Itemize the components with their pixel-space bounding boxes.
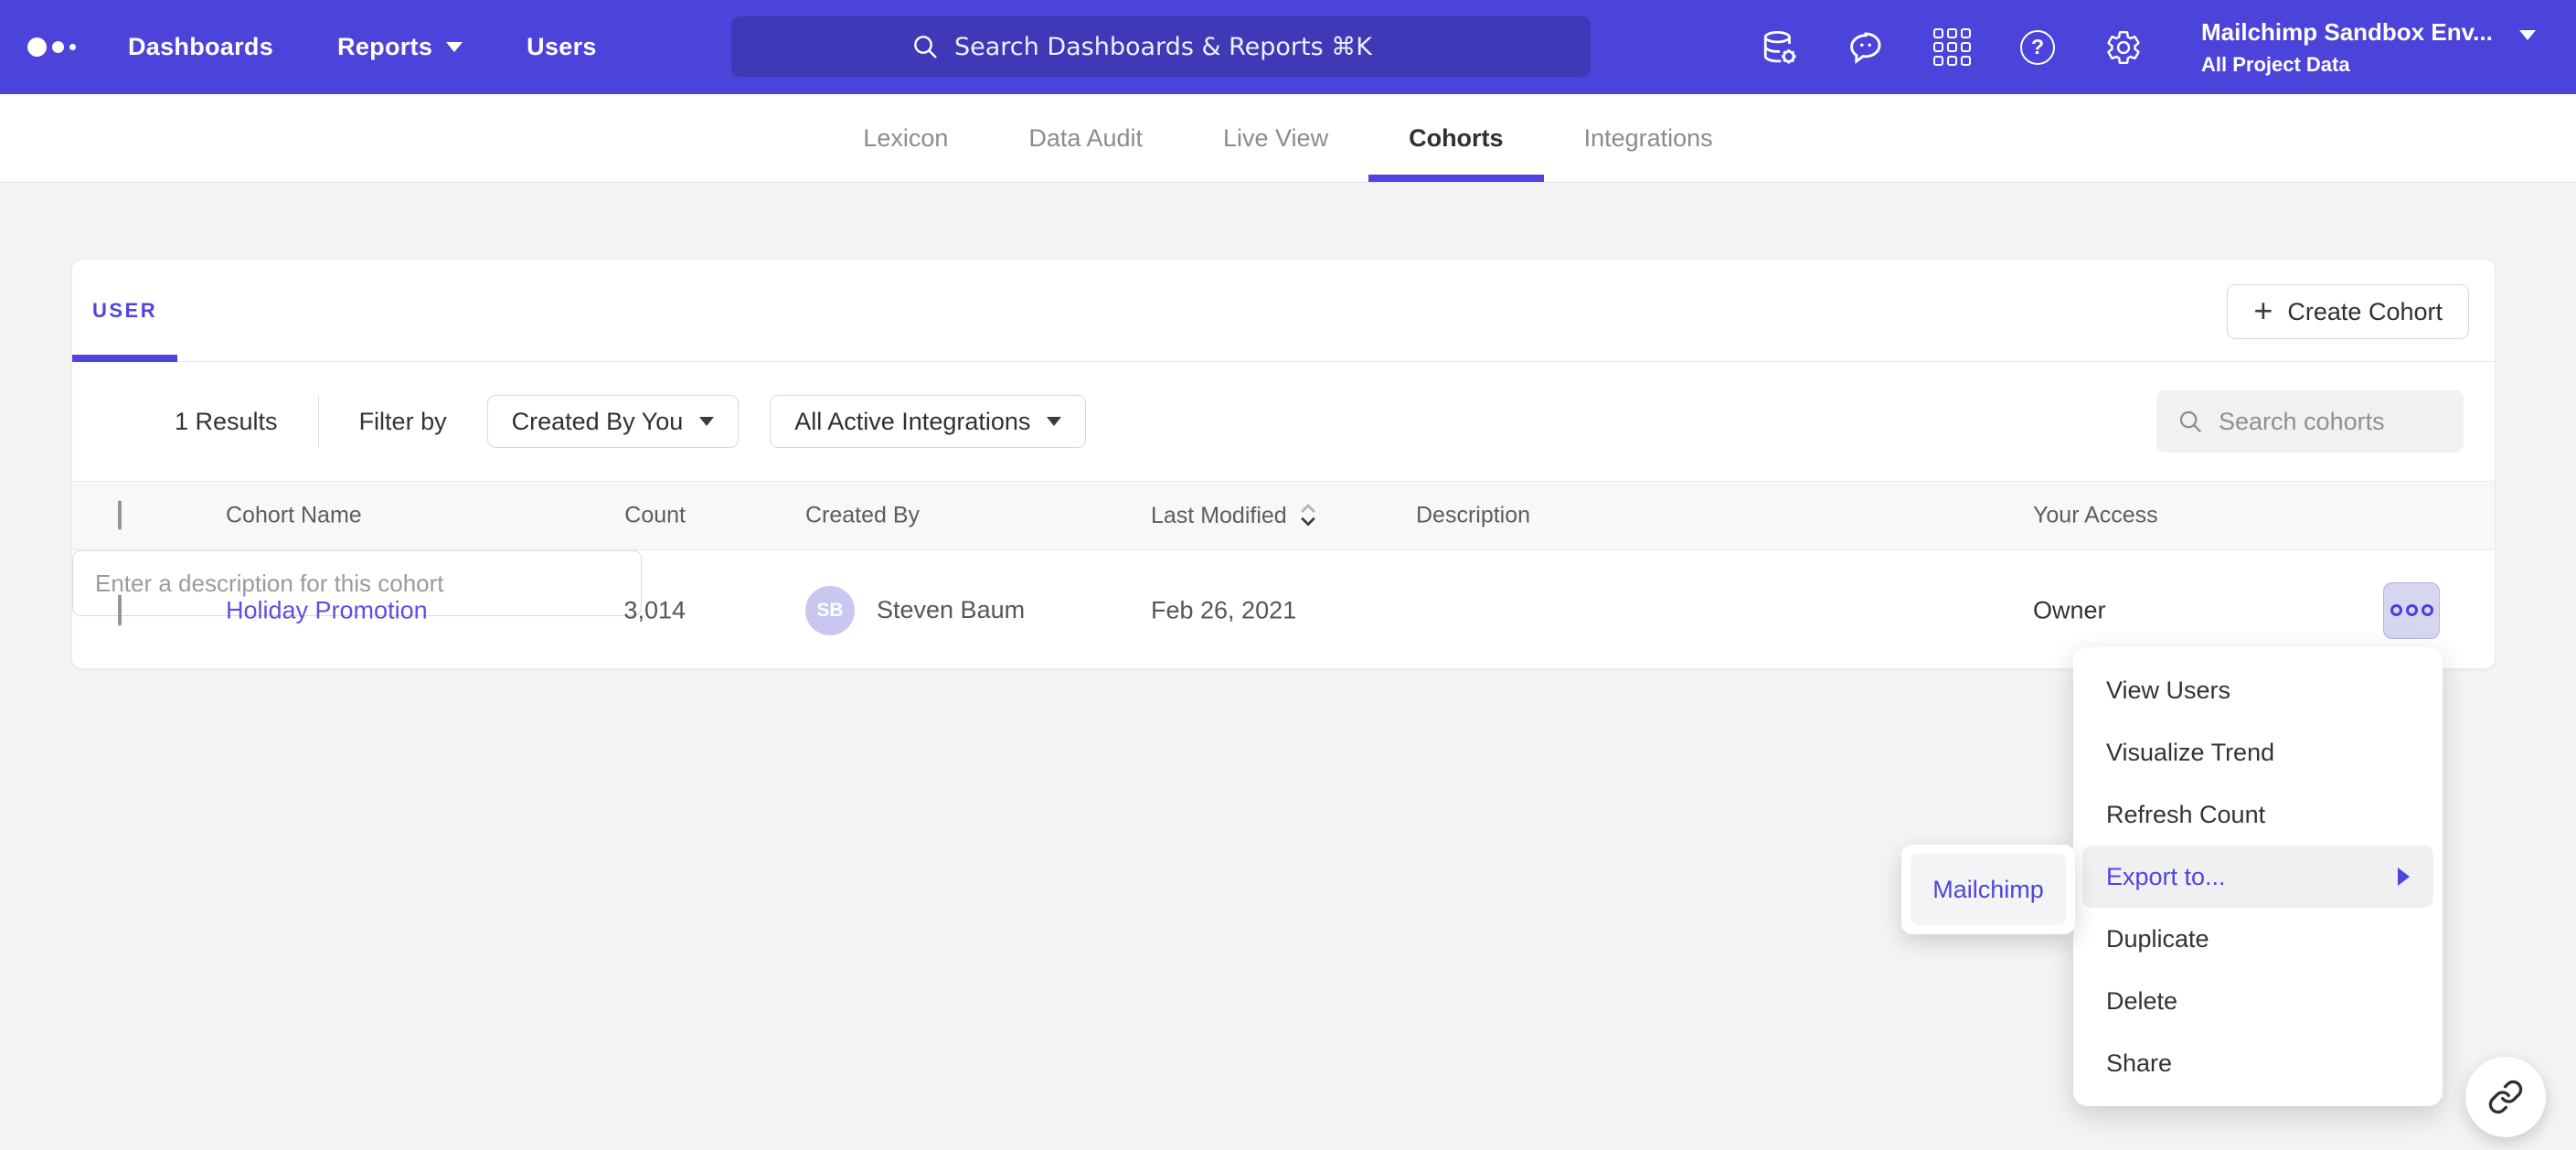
create-cohort-label: Create Cohort [2287, 298, 2443, 326]
ellipsis-icon [2390, 604, 2402, 616]
active-tab-underline [72, 355, 177, 362]
nav-link-label: Reports [337, 33, 432, 61]
tab-integrations[interactable]: Integrations [1544, 94, 1753, 182]
nav-icon-group: ? [1761, 0, 2143, 94]
menu-item-view-users[interactable]: View Users [2082, 659, 2433, 721]
access-cell: Owner [2033, 596, 2106, 624]
search-icon [910, 32, 940, 61]
global-search-bar[interactable] [731, 16, 1591, 77]
mixpanel-logo-icon[interactable] [27, 0, 76, 94]
nav-link-dashboards[interactable]: Dashboards [128, 33, 273, 61]
search-icon [2177, 408, 2204, 435]
results-count: 1 Results [175, 408, 278, 436]
avatar: SB [805, 586, 855, 635]
nav-link-reports[interactable]: Reports [337, 33, 463, 61]
data-gear-icon[interactable] [1761, 28, 1799, 67]
ellipsis-icon [2406, 604, 2418, 616]
column-cohort-name: Cohort Name [226, 503, 362, 529]
table-header: Cohort Name Count Created By Last Modifi… [72, 481, 2495, 550]
column-description: Description [1416, 503, 1530, 529]
filter-by-label: Filter by [359, 408, 447, 436]
chevron-down-icon [699, 417, 714, 426]
column-last-modified[interactable]: Last Modified [1151, 502, 1318, 529]
filter-row: 1 Results Filter by Created By You All A… [72, 362, 2495, 481]
submenu-arrow-icon [2398, 868, 2410, 886]
project-name: Mailchimp Sandbox Env... [2201, 18, 2493, 47]
sort-icon [1298, 502, 1318, 529]
top-nav: Dashboards Reports Users [0, 0, 2576, 94]
project-scope: All Project Data [2201, 53, 2493, 77]
tab-cohorts[interactable]: Cohorts [1368, 94, 1544, 182]
ellipsis-icon [2422, 604, 2433, 616]
section-tabbar: Lexicon Data Audit Live View Cohorts Int… [0, 94, 2576, 183]
global-search-input[interactable] [954, 33, 1411, 61]
active-tab-underline [1368, 175, 1544, 182]
settings-gear-icon[interactable] [2104, 28, 2143, 67]
menu-item-export-to[interactable]: Export to... [2082, 846, 2433, 908]
user-tab-label: USER [92, 299, 157, 323]
tab-lexicon[interactable]: Lexicon [823, 94, 988, 182]
filter-integrations-dropdown[interactable]: All Active Integrations [770, 395, 1086, 448]
link-icon [2487, 1079, 2524, 1115]
menu-item-duplicate[interactable]: Duplicate [2082, 908, 2433, 970]
menu-item-refresh-count[interactable]: Refresh Count [2082, 783, 2433, 846]
project-chevron-down-icon[interactable] [2519, 40, 2536, 57]
apps-grid-icon[interactable] [1932, 28, 1971, 67]
nav-link-users[interactable]: Users [527, 33, 597, 61]
select-all-checkbox[interactable] [118, 501, 122, 530]
nav-links: Dashboards Reports Users [128, 0, 597, 94]
cohort-count: 3,014 [438, 596, 686, 624]
row-context-menu: View Users Visualize Trend Refresh Count… [2073, 647, 2443, 1106]
menu-item-delete[interactable]: Delete [2082, 970, 2433, 1032]
row-menu-button[interactable] [2383, 582, 2440, 639]
created-by-name: Steven Baum [877, 596, 1025, 624]
column-count: Count [438, 503, 686, 529]
cohort-name-link[interactable]: Holiday Promotion [226, 596, 428, 624]
menu-item-visualize-trend[interactable]: Visualize Trend [2082, 721, 2433, 783]
row-checkbox[interactable] [118, 594, 122, 625]
column-your-access: Your Access [2033, 503, 2158, 529]
cohort-search-bar[interactable] [2156, 390, 2464, 453]
column-created-by: Created By [805, 503, 920, 529]
menu-item-share[interactable]: Share [2082, 1032, 2433, 1094]
plus-icon: + [2253, 294, 2273, 327]
cohorts-page: Dashboards Reports Users [0, 0, 2576, 1150]
tab-user-cohorts[interactable]: USER [72, 260, 177, 362]
copy-link-fab[interactable] [2465, 1057, 2546, 1137]
created-by-cell: SB Steven Baum [805, 586, 1025, 635]
chevron-down-icon [1047, 417, 1061, 426]
cohort-search-input[interactable] [2219, 408, 2438, 436]
create-cohort-button[interactable]: + Create Cohort [2227, 284, 2469, 339]
filter-created-by-dropdown[interactable]: Created By You [487, 395, 740, 448]
chevron-down-icon [446, 42, 463, 52]
divider [318, 395, 319, 448]
tab-live-view[interactable]: Live View [1183, 94, 1368, 182]
last-modified-cell: Feb 26, 2021 [1151, 596, 1296, 624]
nav-link-label: Dashboards [128, 33, 273, 61]
cohort-type-row: USER + Create Cohort [72, 260, 2495, 362]
tab-data-audit[interactable]: Data Audit [988, 94, 1183, 182]
cohorts-card: USER + Create Cohort 1 Results Filter by… [71, 259, 2496, 669]
nav-link-label: Users [527, 33, 597, 61]
submenu-item-mailchimp[interactable]: Mailchimp [1911, 854, 2066, 925]
help-icon[interactable]: ? [2018, 28, 2057, 67]
export-submenu: Mailchimp [1901, 845, 2075, 934]
project-selector[interactable]: Mailchimp Sandbox Env... All Project Dat… [2201, 0, 2493, 94]
feedback-icon[interactable] [1847, 28, 1885, 67]
